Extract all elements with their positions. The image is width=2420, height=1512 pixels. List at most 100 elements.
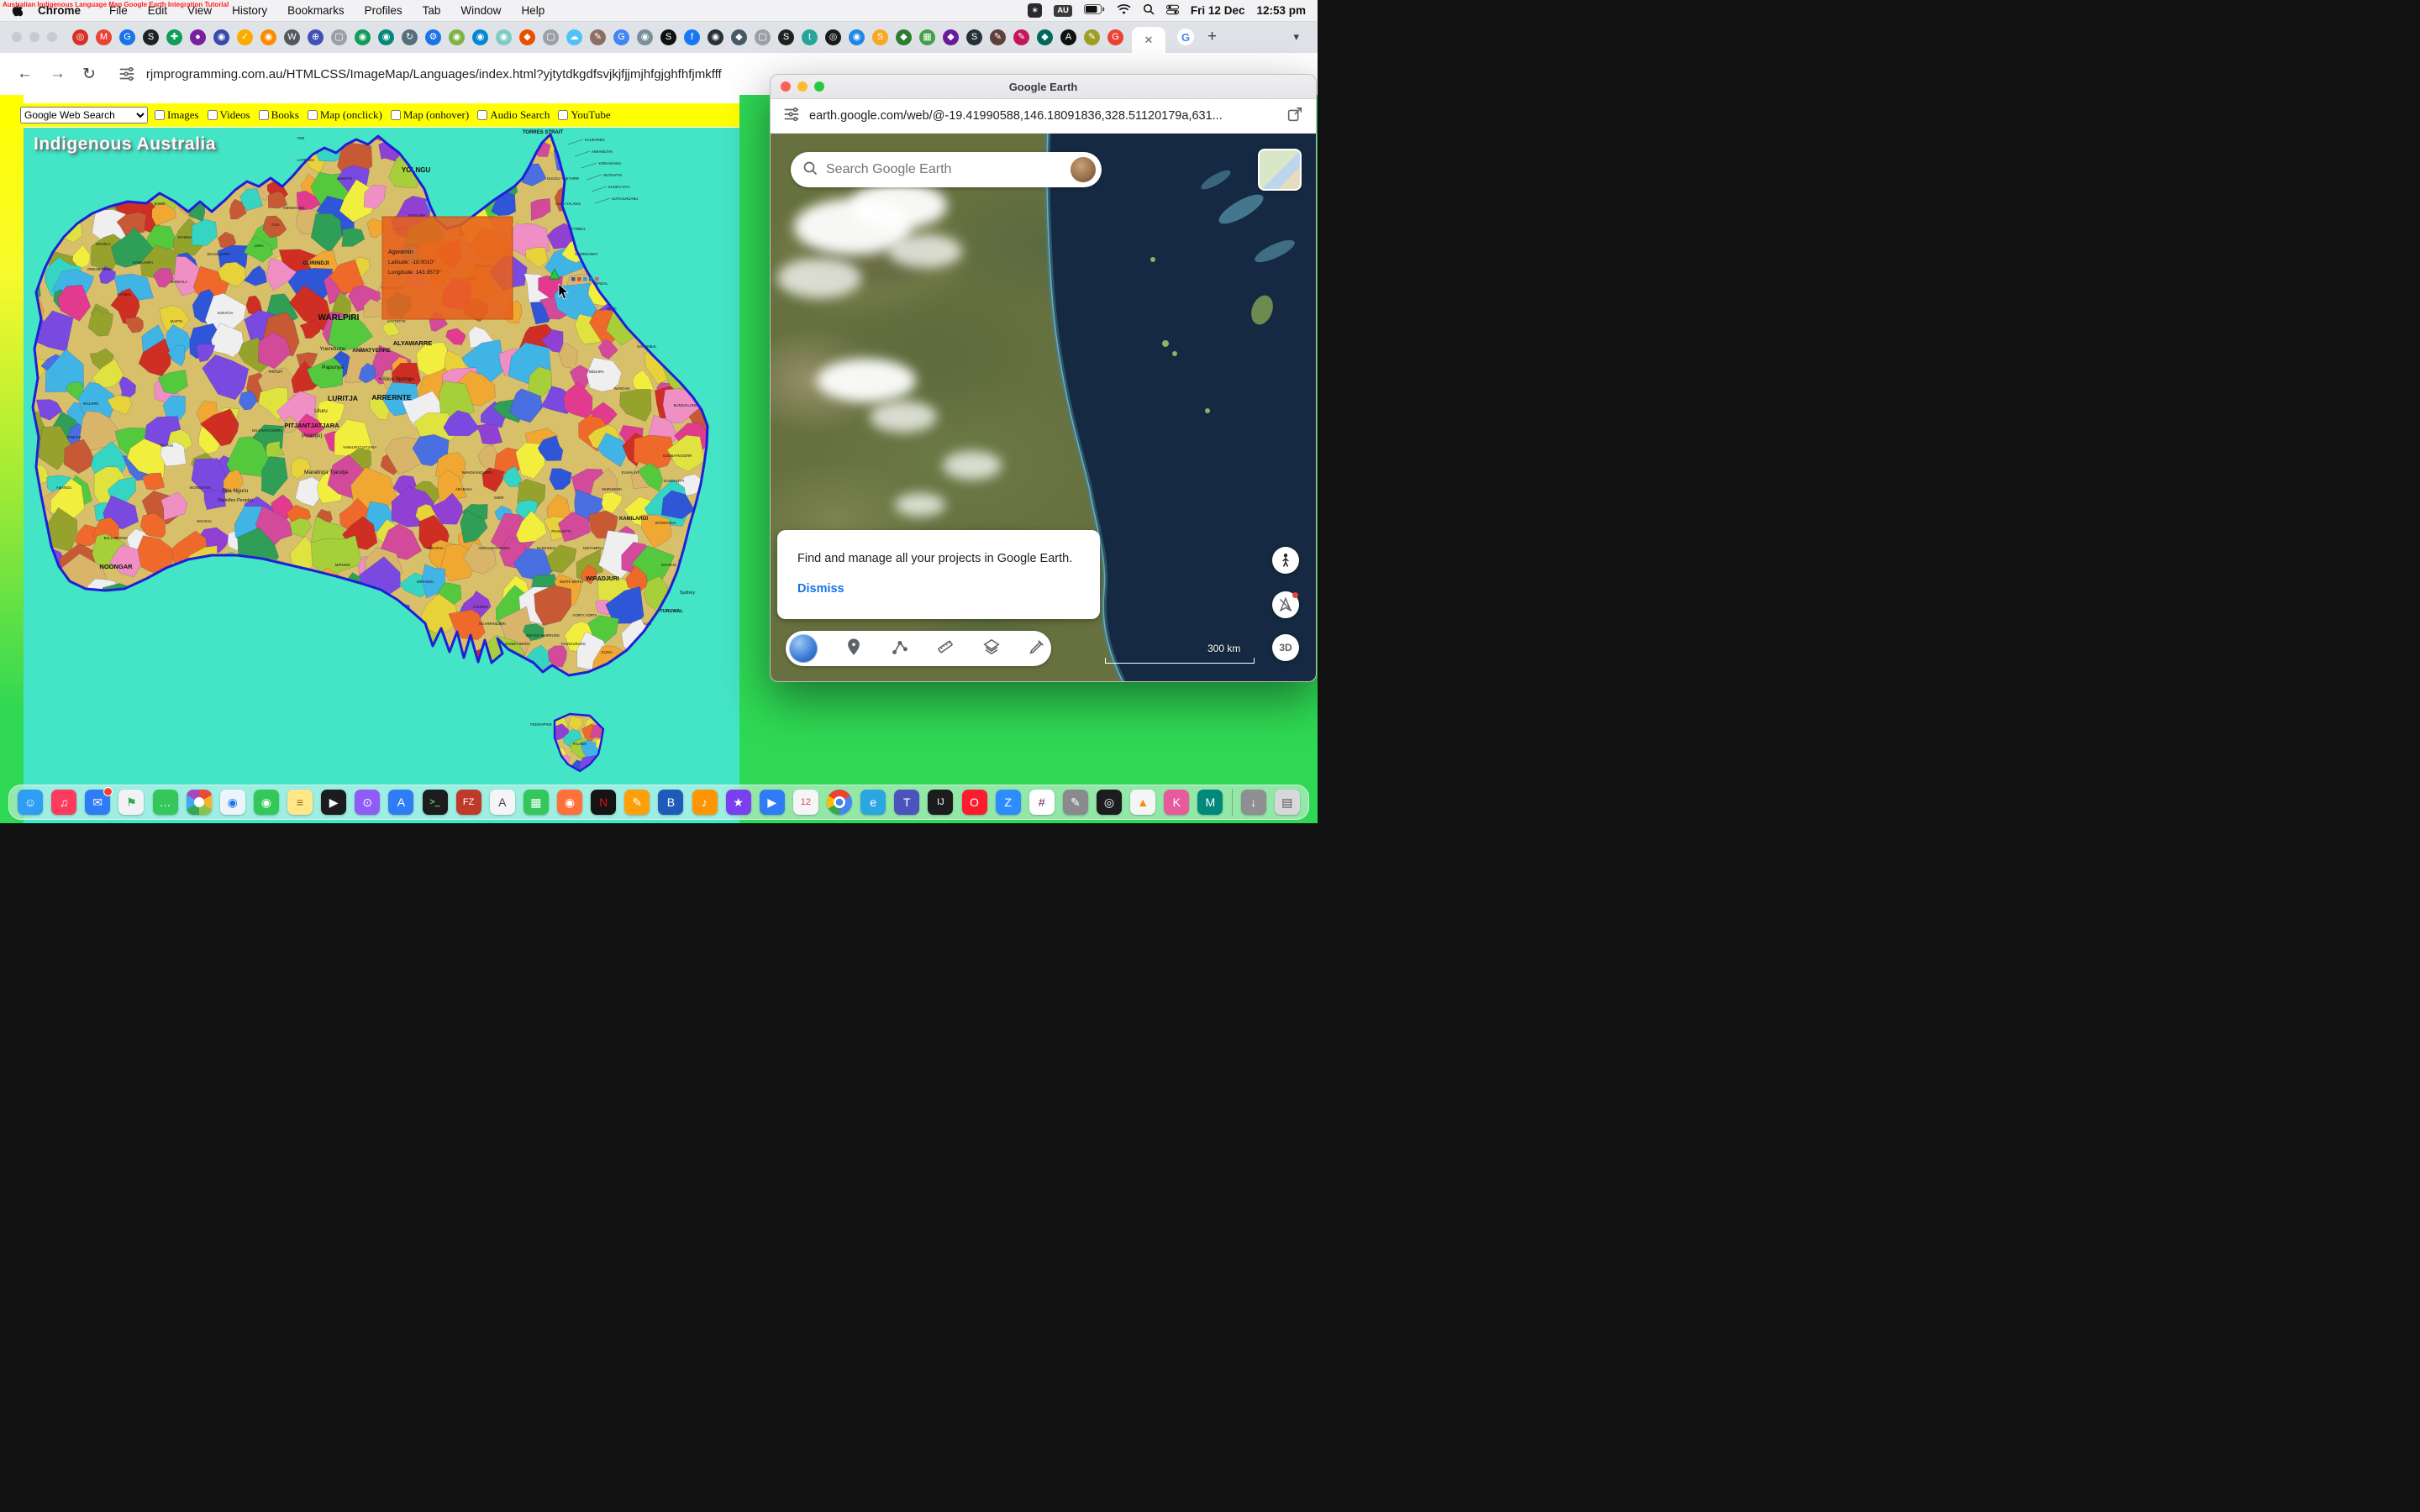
open-in-new-icon[interactable] — [1286, 105, 1304, 128]
pinned-tab-25[interactable]: S — [660, 29, 676, 45]
map-region[interactable] — [184, 602, 199, 622]
map-region[interactable] — [34, 172, 79, 210]
map-region[interactable] — [709, 133, 734, 160]
new-tab-button[interactable]: + — [1207, 28, 1217, 46]
map-region[interactable] — [214, 596, 246, 629]
dock-item-filezilla[interactable]: FZ — [456, 790, 481, 815]
draw-tool-icon[interactable] — [1028, 638, 1046, 660]
map-region[interactable] — [192, 573, 213, 594]
map-region[interactable] — [186, 622, 228, 666]
map-region[interactable] — [681, 259, 728, 305]
menu-help[interactable]: Help — [511, 4, 555, 17]
pinned-tab-7[interactable]: ✓ — [237, 29, 253, 45]
forward-button[interactable]: → — [50, 65, 66, 83]
dock-item-chrome[interactable] — [827, 790, 852, 815]
map-region[interactable] — [466, 142, 490, 173]
window-controls[interactable] — [12, 32, 57, 42]
dock-item-numbers[interactable]: ▦ — [523, 790, 549, 815]
map-region[interactable] — [594, 209, 620, 236]
map-region[interactable] — [644, 280, 671, 302]
map-region[interactable] — [675, 128, 704, 148]
dock-item-calendar[interactable]: 12 — [793, 790, 818, 815]
pinned-tab-23[interactable]: G — [613, 29, 629, 45]
map-region[interactable] — [681, 161, 725, 211]
earth-minimize-button[interactable] — [797, 81, 808, 92]
map-region[interactable] — [357, 613, 398, 649]
map-region[interactable] — [366, 604, 390, 628]
map-region[interactable] — [271, 572, 292, 596]
pinned-tab-31[interactable]: t — [802, 29, 818, 45]
dock-item-netflix[interactable]: N — [591, 790, 616, 815]
map-region[interactable] — [346, 612, 369, 631]
map-region[interactable] — [314, 134, 342, 161]
map-region[interactable] — [413, 128, 441, 141]
indigenous-map[interactable]: TORRES STRAITYOLNGUGURINDJIWARLPIRIYuend… — [24, 128, 739, 823]
pinned-tab-42[interactable]: A — [1060, 29, 1076, 45]
pinned-tab-29[interactable]: ▢ — [755, 29, 771, 45]
map-region[interactable] — [355, 128, 407, 143]
map-region[interactable] — [308, 128, 347, 141]
dock-item-intellij[interactable]: IJ — [928, 790, 953, 815]
map-region[interactable] — [709, 223, 736, 247]
map-region[interactable] — [254, 578, 281, 606]
map-region[interactable] — [259, 585, 307, 628]
pinned-tab-10[interactable]: ⊕ — [308, 29, 324, 45]
map-region[interactable] — [659, 657, 681, 675]
account-avatar[interactable] — [1071, 157, 1096, 182]
search-engine-select[interactable]: Google Web Search — [20, 107, 148, 123]
dock-item-vlc[interactable]: ▲ — [1130, 790, 1155, 815]
pinned-tab-30[interactable]: S — [778, 29, 794, 45]
menu-profiles[interactable]: Profiles — [355, 4, 413, 17]
map-region[interactable] — [161, 658, 189, 683]
option-videos[interactable]: Videos — [208, 108, 250, 122]
pinned-tab-44[interactable]: G — [1107, 29, 1123, 45]
map-region[interactable] — [627, 643, 662, 680]
map-region[interactable] — [672, 321, 694, 340]
map-region[interactable] — [389, 622, 406, 642]
map-region[interactable] — [139, 581, 161, 606]
map-region[interactable] — [221, 622, 242, 640]
pinned-tab-16[interactable]: ◉ — [449, 29, 465, 45]
map-region[interactable] — [571, 128, 593, 134]
active-app-name[interactable]: Chrome — [38, 4, 81, 17]
map-region[interactable] — [203, 659, 220, 675]
map-region[interactable] — [270, 619, 290, 638]
map-region[interactable] — [426, 171, 446, 193]
pinned-tab-14[interactable]: ↻ — [402, 29, 418, 45]
map-region[interactable] — [468, 128, 492, 150]
map-region[interactable] — [167, 626, 184, 648]
menubar-extra-icon[interactable]: ∗ — [1028, 3, 1042, 18]
map-region[interactable] — [665, 239, 692, 267]
pinned-tab-21[interactable]: ☁ — [566, 29, 582, 45]
map-region[interactable] — [143, 659, 165, 680]
dock-item-teams[interactable]: T — [894, 790, 919, 815]
map-region[interactable] — [565, 703, 576, 715]
dock-item-tv[interactable]: ▶ — [321, 790, 346, 815]
apple-menu-icon[interactable] — [12, 4, 23, 17]
option-books[interactable]: Books — [259, 108, 299, 122]
map-region[interactable] — [230, 160, 249, 179]
option-map-onclick--checkbox[interactable] — [308, 110, 318, 120]
earth-search-input[interactable] — [824, 161, 1071, 178]
map-region[interactable] — [341, 635, 373, 668]
map-region[interactable] — [542, 763, 560, 783]
map-region[interactable] — [284, 611, 321, 645]
earth-site-settings-icon[interactable] — [782, 105, 801, 128]
map-region[interactable] — [46, 596, 73, 617]
dock-item-messages[interactable]: … — [153, 790, 178, 815]
map-region[interactable] — [39, 218, 65, 239]
map-region[interactable] — [47, 643, 69, 661]
dock-item-opera[interactable]: O — [962, 790, 987, 815]
map-region[interactable] — [688, 329, 725, 366]
pinned-tab-33[interactable]: ◉ — [849, 29, 865, 45]
my-location-button[interactable] — [1272, 591, 1299, 618]
map-region[interactable] — [644, 229, 666, 247]
map-region[interactable] — [701, 375, 733, 401]
pinned-tab-0[interactable]: ◎ — [72, 29, 88, 45]
earth-titlebar[interactable]: Google Earth — [771, 75, 1316, 99]
map-region[interactable] — [324, 601, 346, 619]
map-region[interactable] — [75, 622, 106, 652]
menu-window[interactable]: Window — [450, 4, 511, 17]
dock-item-firefox[interactable]: ◉ — [557, 790, 582, 815]
pinned-tab-5[interactable]: ● — [190, 29, 206, 45]
